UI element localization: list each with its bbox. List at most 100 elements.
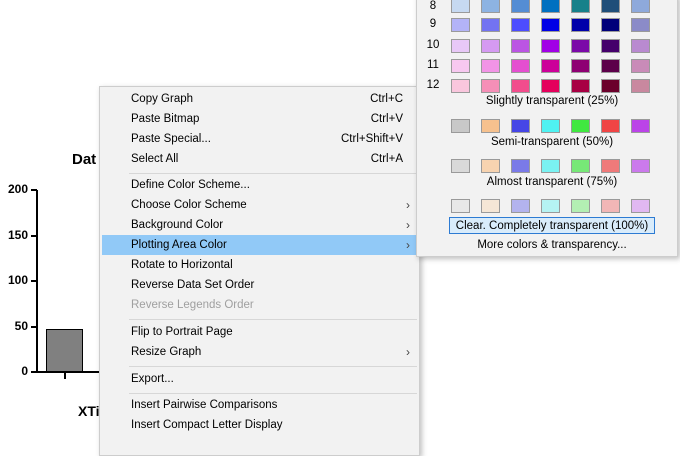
menu-item-flip-to-portrait[interactable]: Flip to Portrait Page [102, 322, 417, 342]
menu-item-insert-compact-letter-display[interactable]: Insert Compact Letter Display [102, 415, 417, 435]
color-swatch-50[interactable] [451, 159, 470, 173]
color-swatch[interactable] [541, 18, 560, 32]
menu-item-shortcut: Ctrl+C [370, 93, 403, 105]
slightly-transparent-label: Slightly transparent (25%) [485, 95, 619, 107]
color-swatch-50[interactable] [571, 159, 590, 173]
menu-item-paste-special[interactable]: Paste Special... Ctrl+Shift+V [102, 129, 417, 149]
palette-row-label: 9 [429, 18, 437, 30]
color-swatch-25[interactable] [631, 119, 650, 133]
menu-item-paste-bitmap[interactable]: Paste Bitmap Ctrl+V [102, 109, 417, 129]
menu-separator [129, 393, 417, 394]
menu-item-shortcut: Ctrl+A [370, 153, 403, 165]
palette-row-label: 11 [427, 59, 439, 71]
color-swatch-25[interactable] [541, 119, 560, 133]
color-swatch-25[interactable] [481, 119, 500, 133]
color-swatch[interactable] [571, 0, 590, 13]
color-swatch[interactable] [601, 39, 620, 53]
menu-item-copy-graph[interactable]: Copy Graph Ctrl+C [102, 89, 417, 109]
color-swatch[interactable] [451, 39, 470, 53]
color-swatch-50[interactable] [541, 159, 560, 173]
color-swatch[interactable] [631, 79, 650, 93]
color-swatch[interactable] [511, 39, 530, 53]
clear-transparent-option[interactable]: Clear. Completely transparent (100%) [449, 217, 655, 234]
y-tick-label: 50 [14, 319, 28, 333]
menu-item-insert-pairwise-comparisons[interactable]: Insert Pairwise Comparisons [102, 395, 417, 415]
color-swatch[interactable] [511, 0, 530, 13]
menu-item-background-color[interactable]: Background Color › [102, 215, 417, 235]
color-swatch-25[interactable] [511, 119, 530, 133]
menu-item-label: Insert Compact Letter Display [131, 419, 283, 431]
color-swatch-75[interactable] [541, 199, 560, 213]
palette-row-label: 10 [426, 39, 440, 51]
y-tick-mark [31, 189, 37, 191]
color-swatch-75[interactable] [631, 199, 650, 213]
menu-item-label: Reverse Legends Order [131, 299, 254, 311]
menu-item-reverse-legends-order: Reverse Legends Order [102, 295, 417, 315]
x-axis-label: XTi [78, 403, 100, 419]
color-swatch[interactable] [511, 79, 530, 93]
menu-item-shortcut: Ctrl+V [370, 113, 403, 125]
menu-item-plotting-area-color[interactable]: Plotting Area Color › [102, 235, 417, 255]
color-swatch-25[interactable] [571, 119, 590, 133]
color-swatch[interactable] [481, 59, 500, 73]
color-swatch-25[interactable] [451, 119, 470, 133]
more-colors-option[interactable]: More colors & transparency... [417, 237, 680, 253]
color-swatch-75[interactable] [481, 199, 500, 213]
color-swatch[interactable] [631, 0, 650, 13]
color-swatch-25[interactable] [601, 119, 620, 133]
x-tick-mark [64, 373, 66, 379]
color-swatch[interactable] [631, 59, 650, 73]
color-swatch-75[interactable] [601, 199, 620, 213]
color-swatch[interactable] [481, 0, 500, 13]
color-swatch[interactable] [541, 0, 560, 13]
menu-item-label: Choose Color Scheme [131, 199, 247, 211]
color-swatch[interactable] [451, 0, 470, 13]
menu-item-resize-graph[interactable]: Resize Graph › [102, 342, 417, 362]
color-swatch[interactable] [451, 18, 470, 32]
menu-separator [129, 173, 417, 174]
color-swatch-50[interactable] [631, 159, 650, 173]
color-swatch[interactable] [571, 39, 590, 53]
color-swatch[interactable] [571, 18, 590, 32]
color-swatch[interactable] [571, 79, 590, 93]
color-swatch[interactable] [451, 79, 470, 93]
menu-item-label: Define Color Scheme... [131, 179, 250, 191]
menu-item-reverse-data-set-order[interactable]: Reverse Data Set Order [102, 275, 417, 295]
color-swatch[interactable] [481, 18, 500, 32]
color-swatch[interactable] [481, 39, 500, 53]
color-swatch[interactable] [631, 18, 650, 32]
color-swatch[interactable] [511, 18, 530, 32]
color-swatch[interactable] [481, 79, 500, 93]
color-swatch-50[interactable] [481, 159, 500, 173]
color-swatch[interactable] [601, 59, 620, 73]
color-swatch[interactable] [631, 39, 650, 53]
color-swatch[interactable] [571, 59, 590, 73]
color-swatch[interactable] [541, 59, 560, 73]
color-swatch-50[interactable] [601, 159, 620, 173]
color-swatch[interactable] [601, 79, 620, 93]
menu-item-choose-color-scheme[interactable]: Choose Color Scheme › [102, 195, 417, 215]
color-swatch[interactable] [541, 79, 560, 93]
color-swatch[interactable] [451, 59, 470, 73]
color-swatch-75[interactable] [511, 199, 530, 213]
submenu-arrow-icon: › [406, 345, 410, 359]
menu-item-select-all[interactable]: Select All Ctrl+A [102, 149, 417, 169]
color-swatch-50[interactable] [511, 159, 530, 173]
color-swatch[interactable] [511, 59, 530, 73]
y-tick-label: 100 [7, 273, 28, 287]
menu-item-label: Resize Graph [131, 346, 202, 358]
color-swatch[interactable] [601, 18, 620, 32]
menu-item-rotate-to-horizontal[interactable]: Rotate to Horizontal [102, 255, 417, 275]
color-swatch-75[interactable] [451, 199, 470, 213]
submenu-arrow-icon: › [406, 198, 410, 212]
data-bar [46, 329, 83, 372]
color-swatch[interactable] [541, 39, 560, 53]
color-swatch-75[interactable] [571, 199, 590, 213]
color-picker-submenu: 8 9 10 11 12 Slightly transparent (25%) … [416, 0, 678, 257]
color-swatch[interactable] [601, 0, 620, 13]
menu-item-export[interactable]: Export... [102, 369, 417, 389]
graph-title: Dat [72, 151, 97, 168]
almost-transparent-label: Almost transparent (75%) [486, 176, 618, 188]
menu-item-define-color-scheme[interactable]: Define Color Scheme... [102, 175, 417, 195]
context-menu: Copy Graph Ctrl+C Paste Bitmap Ctrl+V Pa… [99, 86, 420, 456]
